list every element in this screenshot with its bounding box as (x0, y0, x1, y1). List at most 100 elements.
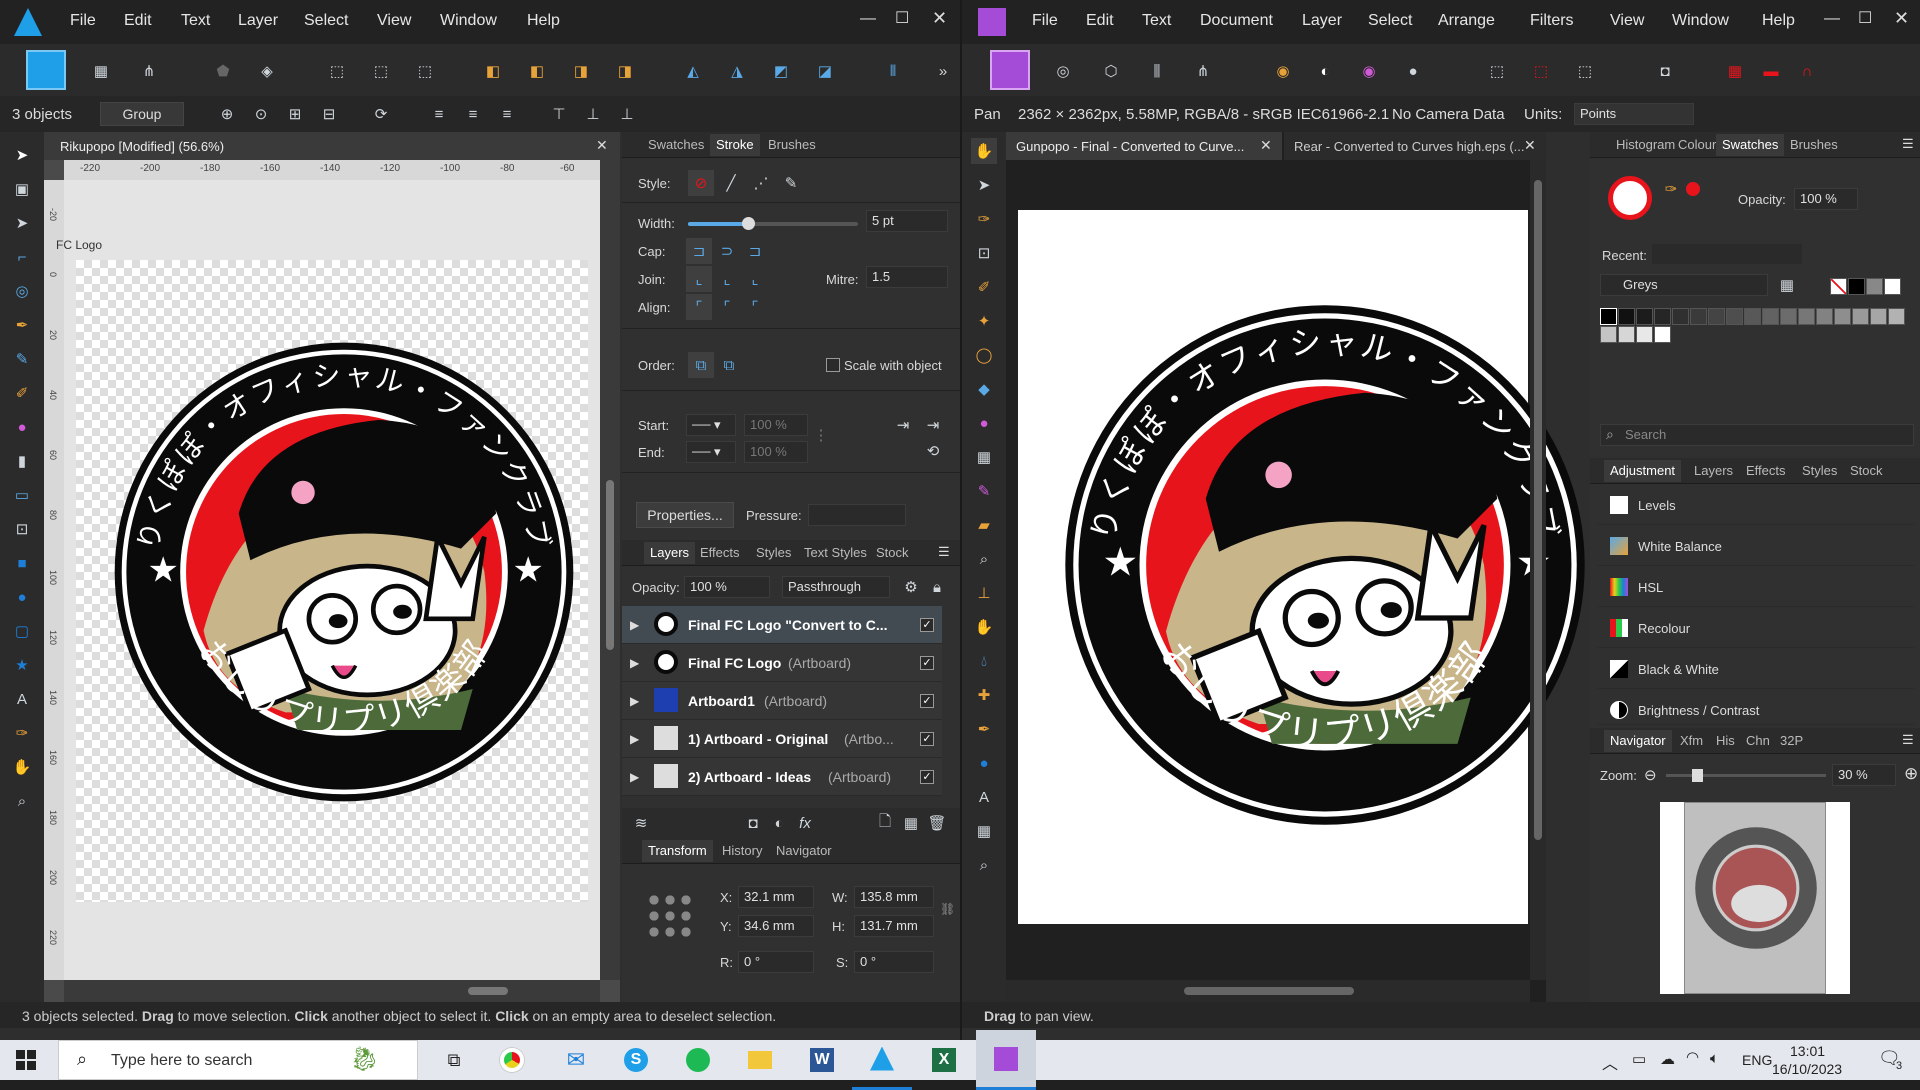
panel-menu-icon[interactable]: ☰ (1902, 732, 1914, 748)
rectangle-tool-icon[interactable]: ■ (9, 550, 35, 576)
width-field[interactable]: 5 pt (866, 210, 948, 232)
tab-32p[interactable]: 32P (1774, 730, 1809, 752)
width-slider-handle[interactable] (742, 217, 755, 230)
affinity-photo-icon[interactable] (976, 1030, 1036, 1090)
tab-text-styles[interactable]: Text Styles (798, 542, 873, 564)
tab-styles[interactable]: Styles (750, 542, 797, 564)
menu-file[interactable]: File (70, 12, 96, 30)
persona-develop-icon[interactable]: ⬡ (1098, 58, 1124, 84)
tab-adjustment[interactable]: Adjustment (1604, 460, 1682, 482)
menu-file[interactable]: File (1032, 12, 1058, 30)
stroke-brush-icon[interactable]: ✎ (778, 170, 804, 196)
transform-bbox-icon[interactable]: ⬚ (368, 58, 394, 84)
language-indicator[interactable]: ENG (1742, 1052, 1772, 1068)
panel-menu-icon[interactable]: ☰ (1902, 136, 1914, 152)
share-icon[interactable]: ⋔ (136, 58, 162, 84)
crop-tool-icon[interactable]: ⊡ (9, 516, 35, 542)
document-close-icon[interactable]: ✕ (1260, 137, 1272, 154)
menu-view[interactable]: View (1610, 12, 1644, 30)
mask-icon[interactable]: ◘ (740, 810, 766, 836)
layers-stack-icon[interactable]: ≋ (628, 810, 654, 836)
logo-left[interactable]: ★ ★ りくぽぽ・オフィシャル・ファンクラブ おしりプリプリ倶楽部 (110, 338, 578, 806)
palette-options-icon[interactable]: ▦ (1774, 272, 1800, 298)
paint-brush-icon[interactable]: ✎ (971, 478, 997, 504)
swatch[interactable] (1654, 308, 1671, 325)
cap-square-icon[interactable]: ⊐ (742, 238, 768, 264)
dodge-tool-icon[interactable]: ⌕ (971, 546, 997, 572)
deselect-icon[interactable]: ⬚ (1528, 58, 1554, 84)
place-image-icon[interactable]: ▭ (9, 482, 35, 508)
rotate-icon[interactable]: ⟳ (368, 101, 394, 127)
marquee-icon[interactable]: ⬚ (1484, 58, 1510, 84)
delete-layer-icon[interactable]: 🗑︎ (924, 810, 950, 836)
swatch-white[interactable] (1884, 278, 1901, 295)
contrast-icon[interactable]: ◐ (1312, 58, 1338, 84)
smudge-tool-icon[interactable]: ✋ (971, 614, 997, 640)
start-scale-field[interactable]: 100 % (744, 414, 808, 436)
menu-help[interactable]: Help (527, 12, 560, 30)
boolean-add-icon[interactable]: ⊕ (214, 101, 240, 127)
layer-visibility-checkbox[interactable]: ✓ (920, 618, 934, 632)
arrange-back-icon[interactable]: ◧ (480, 58, 506, 84)
mail-icon[interactable]: ✉ (546, 1030, 606, 1090)
swatch[interactable] (1600, 326, 1617, 343)
crop-tool-icon[interactable]: ⊡ (971, 240, 997, 266)
tab-stroke[interactable]: Stroke (710, 134, 760, 156)
swatch[interactable] (1744, 308, 1761, 325)
adjustment-item[interactable]: Brightness / Contrast (1598, 689, 1914, 725)
join-round-icon[interactable]: ⌞ (714, 266, 740, 292)
text-tool-icon[interactable]: A (971, 784, 997, 810)
adjustment-item[interactable]: HSL (1598, 566, 1914, 607)
align-bottom-icon[interactable]: ⊥ (614, 101, 640, 127)
persona-photo-icon[interactable] (990, 50, 1030, 90)
anchor-selector[interactable] (646, 892, 694, 940)
taskbar-search[interactable]: ⌕ Type here to search 🐉︎ (58, 1040, 418, 1080)
fx-icon[interactable]: fx (792, 810, 818, 836)
document-tab[interactable]: Rikupopo [Modified] (56.6%) ✕ (44, 132, 620, 160)
current-colour-dot[interactable] (1686, 182, 1700, 196)
chevron-up-icon[interactable]: ︿ (1602, 1050, 1618, 1074)
network-icon[interactable]: ▭ (1632, 1050, 1646, 1068)
align-icon[interactable]: ⫴ (880, 58, 906, 84)
rotation-field[interactable]: 0 ° (738, 951, 814, 973)
swatch[interactable] (1708, 308, 1725, 325)
persona-designer-icon[interactable] (26, 50, 66, 90)
lock-icon[interactable]: 🔒︎ (924, 574, 950, 600)
h-field[interactable]: 131.7 mm (854, 915, 934, 937)
document-close-icon[interactable]: ✕ (596, 137, 608, 154)
tab-navigator[interactable]: Navigator (1604, 730, 1672, 752)
rotate-left-icon[interactable]: ◩ (768, 58, 794, 84)
align-left-icon[interactable]: ≡ (426, 101, 452, 127)
snapping-icon[interactable]: ∩ (1794, 58, 1820, 84)
end-scale-field[interactable]: 100 % (744, 441, 808, 463)
arrow-position-alt-icon[interactable]: ⇥ (920, 412, 946, 438)
zoom-tool-icon[interactable]: ⌕ (9, 788, 35, 814)
swatch[interactable] (1618, 326, 1635, 343)
document-tab[interactable]: Rear - Converted to Curves high.eps (...… (1284, 132, 1546, 160)
arrange-front-icon[interactable]: ◨ (612, 58, 638, 84)
menu-view[interactable]: View (377, 12, 411, 30)
start-button[interactable] (16, 1050, 36, 1070)
layer-row[interactable]: ▶ 1) Artboard - Original (Artbo... ✓ (622, 720, 942, 758)
cap-round-icon[interactable]: ⊃ (714, 238, 740, 264)
logo-right[interactable]: ★ ★ りくぽぽ・オフィシャル・ファンクラブ おしりプリプリ倶楽部 (1060, 300, 1585, 830)
menu-select[interactable]: Select (304, 12, 348, 30)
clone-tool-icon[interactable]: ⊥ (971, 580, 997, 606)
tab-stock[interactable]: Stock (1844, 460, 1889, 482)
opacity-field[interactable]: 100 % (684, 576, 770, 598)
layer-visibility-checkbox[interactable]: ✓ (920, 770, 934, 784)
selection-brush-icon[interactable]: ✐ (971, 274, 997, 300)
layer-row[interactable]: ▶ Artboard1 (Artboard) ✓ (622, 682, 942, 720)
point-transform-icon[interactable]: ◎ (9, 278, 35, 304)
shape-tool-icon[interactable]: ● (971, 750, 997, 776)
layer-row[interactable]: ▶ Final FC Logo (Artboard) ✓ (622, 644, 942, 682)
rounded-rect-tool-icon[interactable]: ▢ (9, 618, 35, 644)
expand-arrow-icon[interactable]: ▶ (630, 656, 639, 670)
swatch[interactable] (1834, 308, 1851, 325)
close-button[interactable]: ✕ (932, 8, 947, 29)
move-tool-icon[interactable]: ➤ (971, 172, 997, 198)
maximize-button[interactable]: ☐ (1858, 8, 1872, 28)
persona-tone-map-icon[interactable]: ⫼ (1144, 58, 1170, 84)
swatch[interactable] (1618, 308, 1635, 325)
artboard-tool-icon[interactable]: ▣ (9, 176, 35, 202)
